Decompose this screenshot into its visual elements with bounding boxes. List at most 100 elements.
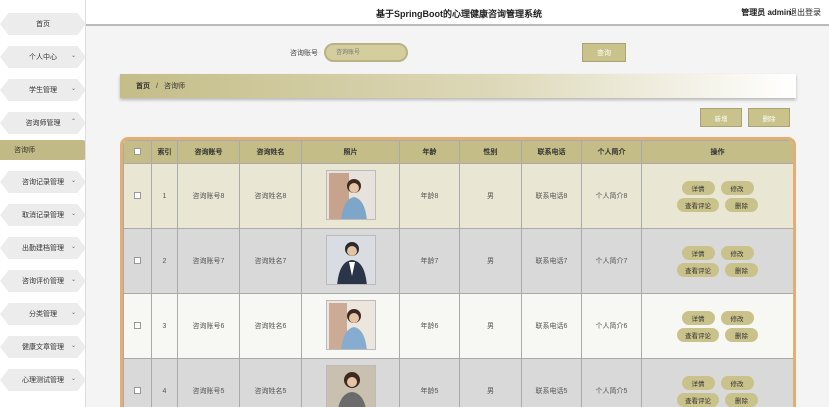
chevron-down-icon: ⌄ (70, 211, 76, 217)
bulk-delete-button[interactable]: 删除 (748, 108, 790, 127)
search-input[interactable] (324, 43, 408, 62)
counselor-table: 索引 咨询账号 咨询姓名 照片 年龄 性别 联系电话 个人简介 操作 1 咨询账… (120, 137, 796, 407)
cell-name: 咨询姓名5 (239, 358, 302, 407)
cell-account: 咨询账号7 (177, 228, 240, 294)
edit-button[interactable]: 修改 (720, 180, 754, 195)
counselor-photo (325, 170, 376, 220)
breadcrumb: 首页 / 咨询师 (120, 74, 796, 98)
cell-index: 2 (151, 228, 178, 294)
row-checkbox[interactable] (134, 321, 141, 329)
sidebar-item-label: 咨询记录管理 (22, 179, 64, 186)
current-user: 管理员 admin (741, 8, 791, 17)
select-all-checkbox[interactable] (134, 147, 141, 155)
cell-index: 4 (151, 358, 178, 407)
column-header: 个人简介 (581, 140, 642, 164)
sidebar-item-tests[interactable]: 心理测试管理 ⌄ (0, 369, 85, 391)
detail-button[interactable]: 详情 (681, 245, 715, 260)
cell-name: 咨询姓名8 (239, 163, 302, 229)
cell-intro: 个人简介5 (581, 358, 642, 407)
view-reviews-button[interactable]: 查看评论 (677, 327, 719, 342)
view-reviews-button[interactable]: 查看评论 (677, 262, 719, 277)
cell-age: 年龄7 (399, 228, 460, 294)
column-header: 咨询姓名 (239, 140, 302, 164)
view-reviews-button[interactable]: 查看评论 (677, 392, 719, 407)
detail-button[interactable]: 详情 (681, 375, 715, 390)
cell-index: 3 (151, 293, 178, 359)
chevron-down-icon: ⌄ (70, 86, 76, 92)
cell-phone: 联系电话7 (521, 228, 582, 294)
select-all-header[interactable] (123, 140, 152, 164)
delete-button[interactable]: 删除 (725, 197, 758, 212)
cell-account: 咨询账号6 (177, 293, 240, 359)
chevron-up-icon: ⌃ (70, 119, 76, 125)
sidebar-item-label: 个人中心 (29, 54, 57, 61)
chevron-down-icon: ⌄ (70, 376, 76, 382)
row-checkbox[interactable] (134, 386, 141, 394)
edit-button[interactable]: 修改 (720, 310, 754, 325)
cell-name: 咨询姓名6 (239, 293, 302, 359)
column-header: 操作 (641, 140, 793, 164)
sidebar-item-label: 健康文章管理 (22, 344, 64, 351)
chevron-down-icon: ⌄ (70, 310, 76, 316)
sidebar-item-consult-records[interactable]: 咨询记录管理 ⌄ (0, 171, 85, 193)
detail-button[interactable]: 详情 (681, 180, 715, 195)
chevron-down-icon: ⌄ (70, 343, 76, 349)
sidebar-item-counselor[interactable]: 咨询师 (0, 140, 85, 160)
sidebar-item-cancel-records[interactable]: 取消记录管理 ⌄ (0, 204, 85, 226)
column-header: 联系电话 (521, 140, 582, 164)
edit-button[interactable]: 修改 (720, 375, 754, 390)
row-checkbox[interactable] (134, 191, 141, 199)
sidebar: 首页 个人中心 ⌄ 学生管理 ⌄ 咨询师管理 ⌃ 咨询师 咨询记录管理 ⌄ 取消记录管理… (0, 0, 86, 407)
chevron-down-icon: ⌄ (70, 277, 76, 283)
column-header: 照片 (301, 140, 400, 164)
column-header: 年龄 (399, 140, 460, 164)
chevron-down-icon: ⌄ (70, 178, 76, 184)
sidebar-item-label: 咨询评价管理 (22, 278, 64, 285)
sidebar-item-categories[interactable]: 分类管理 ⌄ (0, 303, 85, 325)
cell-age: 年龄8 (399, 163, 460, 229)
sidebar-item-home[interactable]: 首页 (0, 13, 85, 35)
search-button[interactable]: 查询 (582, 43, 626, 62)
column-header: 索引 (151, 140, 178, 164)
cell-account: 咨询账号8 (177, 163, 240, 229)
cell-gender: 男 (459, 358, 522, 407)
sidebar-item-label: 出勤建档管理 (22, 245, 64, 252)
cell-gender: 男 (459, 293, 522, 359)
logout-link[interactable]: 退出登录 (789, 7, 821, 18)
cell-phone: 联系电话5 (521, 358, 582, 407)
breadcrumb-current: 咨询师 (163, 83, 185, 90)
cell-index: 1 (151, 163, 178, 229)
row-checkbox[interactable] (134, 256, 141, 264)
delete-button[interactable]: 删除 (725, 327, 758, 342)
breadcrumb-home[interactable]: 首页 (136, 81, 150, 91)
search-label: 咨询账号 (290, 50, 318, 57)
top-bar: 基于SpringBoot的心理健康咨询管理系统 管理员 admin 退出登录 (86, 0, 829, 26)
table-header-row: 索引 咨询账号 咨询姓名 照片 年龄 性别 联系电话 个人简介 操作 (123, 140, 793, 164)
sidebar-item-label: 咨询师管理 (25, 120, 61, 127)
cell-intro: 个人简介6 (581, 293, 642, 359)
delete-button[interactable]: 删除 (725, 262, 758, 277)
counselor-photo (325, 365, 376, 407)
cell-age: 年龄6 (399, 293, 460, 359)
counselor-photo (325, 235, 376, 285)
chevron-down-icon: ⌄ (70, 244, 76, 250)
sidebar-item-students[interactable]: 学生管理 ⌄ (0, 79, 85, 101)
delete-button[interactable]: 删除 (725, 392, 758, 407)
breadcrumb-separator: / (156, 82, 158, 90)
detail-button[interactable]: 详情 (681, 310, 715, 325)
sidebar-item-attendance[interactable]: 出勤建档管理 ⌄ (0, 237, 85, 259)
sidebar-item-counselor-mgmt[interactable]: 咨询师管理 ⌃ (0, 112, 85, 134)
sidebar-item-articles[interactable]: 健康文章管理 ⌄ (0, 336, 85, 358)
edit-button[interactable]: 修改 (720, 245, 754, 260)
sidebar-item-reviews[interactable]: 咨询评价管理 ⌄ (0, 270, 85, 292)
view-reviews-button[interactable]: 查看评论 (677, 197, 719, 212)
cell-name: 咨询姓名7 (239, 228, 302, 294)
column-header: 性别 (459, 140, 522, 164)
cell-age: 年龄5 (399, 358, 460, 407)
add-button[interactable]: 新增 (700, 108, 742, 127)
cell-intro: 个人简介8 (581, 163, 642, 229)
sidebar-item-label: 取消记录管理 (22, 212, 64, 219)
sidebar-item-profile[interactable]: 个人中心 ⌄ (0, 46, 85, 68)
table-row: 3 咨询账号6 咨询姓名6 年龄6 男 联系电话6 个人简介6 详情 修改 查看评… (123, 293, 793, 359)
cell-phone: 联系电话6 (521, 293, 582, 359)
